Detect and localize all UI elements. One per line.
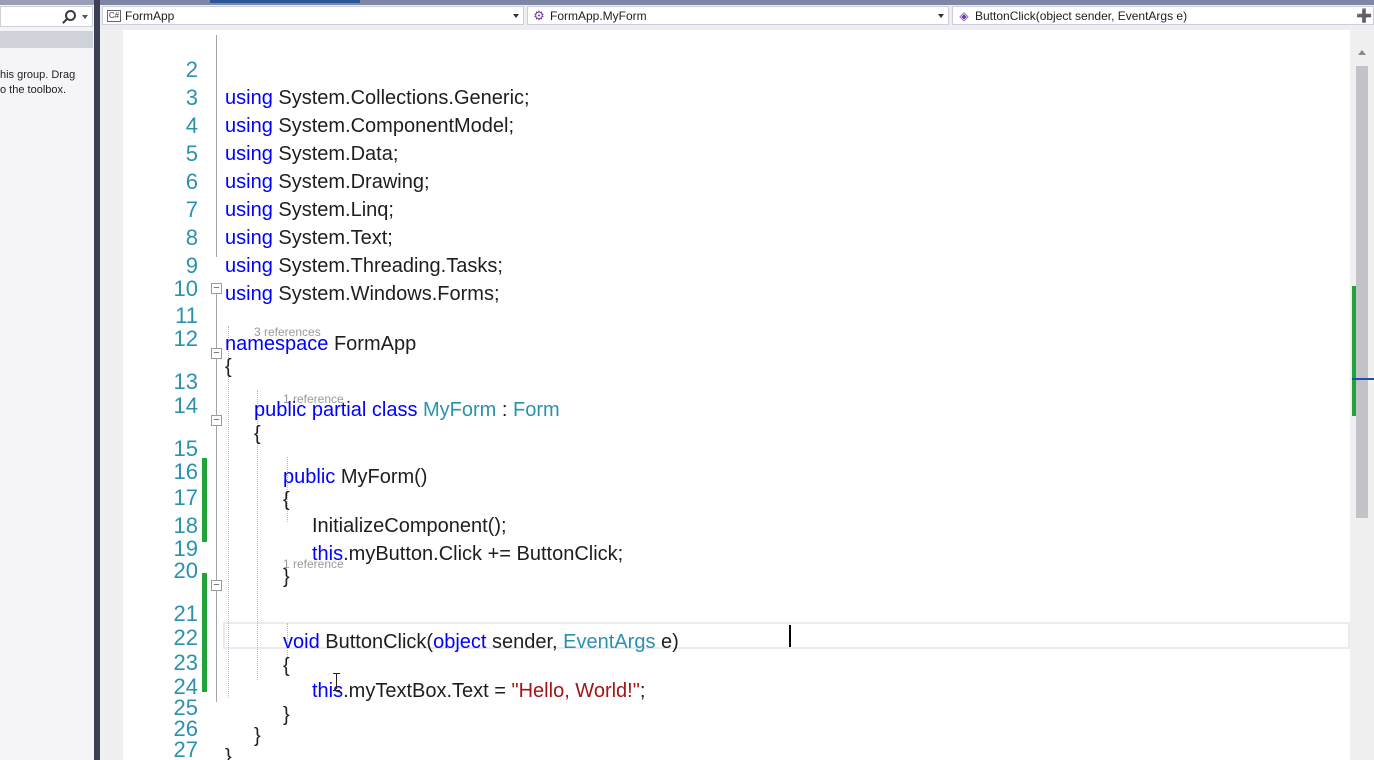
code-line[interactable]: 5 using System.Drawing; <box>100 112 1350 193</box>
text-caret <box>789 625 791 647</box>
vertical-scrollbar[interactable] <box>1350 30 1374 760</box>
scrollbar-caret-marker <box>1352 378 1374 380</box>
toolbox-title-strip <box>0 0 95 5</box>
scrollbar-change-marker <box>1352 286 1356 416</box>
chevron-down-icon[interactable] <box>82 15 88 19</box>
code-line[interactable]: 22 { <box>100 596 1350 677</box>
scrollbar-thumb[interactable] <box>1356 66 1368 518</box>
code-line[interactable]: 3 using System.ComponentModel; <box>100 56 1350 137</box>
member-dropdown-label: ButtonClick(object sender, EventArgs e) <box>975 8 1188 23</box>
code-line[interactable]: 7 using System.Text; <box>100 168 1350 249</box>
type-dropdown-label: FormApp.MyForm <box>550 8 647 23</box>
code-line[interactable]: 2 using System.Collections.Generic; <box>100 28 1350 109</box>
code-line[interactable]: 10 <box>100 247 1350 301</box>
type-dropdown[interactable]: ⚙ FormApp.MyForm <box>527 6 949 25</box>
toolbox-empty-hint: his group. Drag o the toolbox. <box>0 69 76 96</box>
code-line[interactable]: 4 using System.Data; <box>100 84 1350 165</box>
project-dropdown[interactable]: C# FormApp <box>102 6 524 25</box>
ibeam-cursor-icon <box>332 673 342 691</box>
search-icon[interactable] <box>65 10 76 21</box>
code-line[interactable]: 27 <box>100 708 1350 760</box>
code-line[interactable]: 17 InitializeComponent(); <box>100 456 1350 537</box>
code-line[interactable]: 12 { <box>100 297 1350 378</box>
member-dropdown[interactable]: ◈ ButtonClick(object sender, EventArgs e… <box>952 6 1374 25</box>
chevron-down-icon <box>938 13 944 18</box>
code-line[interactable]: 14 { <box>100 364 1350 445</box>
chevron-down-icon <box>513 13 519 18</box>
toolbox-search-input[interactable] <box>0 6 93 27</box>
code-line[interactable]: 6 using System.Linq; <box>100 140 1350 221</box>
code-line[interactable]: 20 <box>100 529 1350 583</box>
split-editor-icon[interactable]: ➕ <box>1356 6 1372 25</box>
class-icon: ⚙ <box>533 7 545 23</box>
code-line[interactable]: 8 using System.Threading.Tasks; <box>100 196 1350 277</box>
active-tab-indicator[interactable] <box>210 0 360 3</box>
project-dropdown-label: FormApp <box>125 8 175 23</box>
csharp-project-icon: C# <box>107 9 121 22</box>
toolbox-panel: his group. Drag o the toolbox. <box>0 0 95 760</box>
document-tab-strip <box>100 0 1374 5</box>
scroll-up-arrow-icon[interactable] <box>1358 50 1366 55</box>
code-text: } <box>225 746 232 760</box>
toolbox-group-header[interactable] <box>0 31 93 48</box>
code-editor[interactable]: − − − − 3 references 1 reference 1 refer… <box>100 30 1350 760</box>
code-line[interactable]: 16 { <box>100 430 1350 511</box>
line-number: 27 <box>173 737 198 760</box>
method-icon: ◈ <box>959 8 969 23</box>
